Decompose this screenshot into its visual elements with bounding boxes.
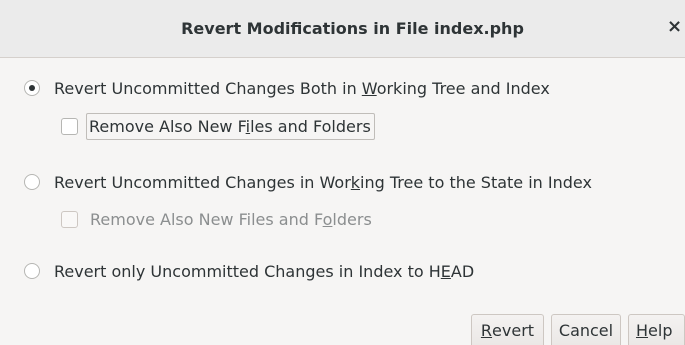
cancel-button[interactable]: Cancel [551, 314, 621, 345]
checkbox-label: Remove Also New Files and Folders [86, 112, 375, 140]
checkbox-remove-new-files-2: Remove Also New Files and Folders [61, 205, 372, 233]
radio-button-icon[interactable] [24, 174, 40, 190]
checkbox-icon [61, 210, 78, 228]
checkbox-remove-new-files-1[interactable]: Remove Also New Files and Folders [61, 112, 375, 140]
radio-label: Revert Uncommitted Changes in Working Tr… [54, 172, 592, 192]
radio-revert-working-tree-to-index[interactable]: Revert Uncommitted Changes in Working Tr… [24, 171, 592, 193]
help-button[interactable]: Help [628, 314, 685, 345]
radio-revert-index-to-head[interactable]: Revert only Uncommitted Changes in Index… [24, 260, 474, 282]
dialog-title: Revert Modifications in File index.php [181, 19, 524, 38]
radio-label: Revert Uncommitted Changes Both in Worki… [54, 78, 550, 98]
radio-button-icon[interactable] [24, 263, 40, 279]
checkbox-label: Remove Also New Files and Folders [90, 209, 372, 229]
checkbox-icon[interactable] [61, 117, 78, 135]
revert-dialog: Revert Modifications in File index.php ×… [0, 0, 685, 345]
title-bar: Revert Modifications in File index.php × [0, 0, 685, 58]
close-icon[interactable]: × [667, 17, 682, 37]
button-row: Revert Cancel Help [464, 314, 685, 345]
radio-revert-working-tree-and-index[interactable]: Revert Uncommitted Changes Both in Worki… [24, 77, 550, 99]
revert-button[interactable]: Revert [471, 314, 544, 345]
radio-button-selected-icon[interactable] [24, 80, 40, 96]
radio-label: Revert only Uncommitted Changes in Index… [54, 261, 475, 281]
